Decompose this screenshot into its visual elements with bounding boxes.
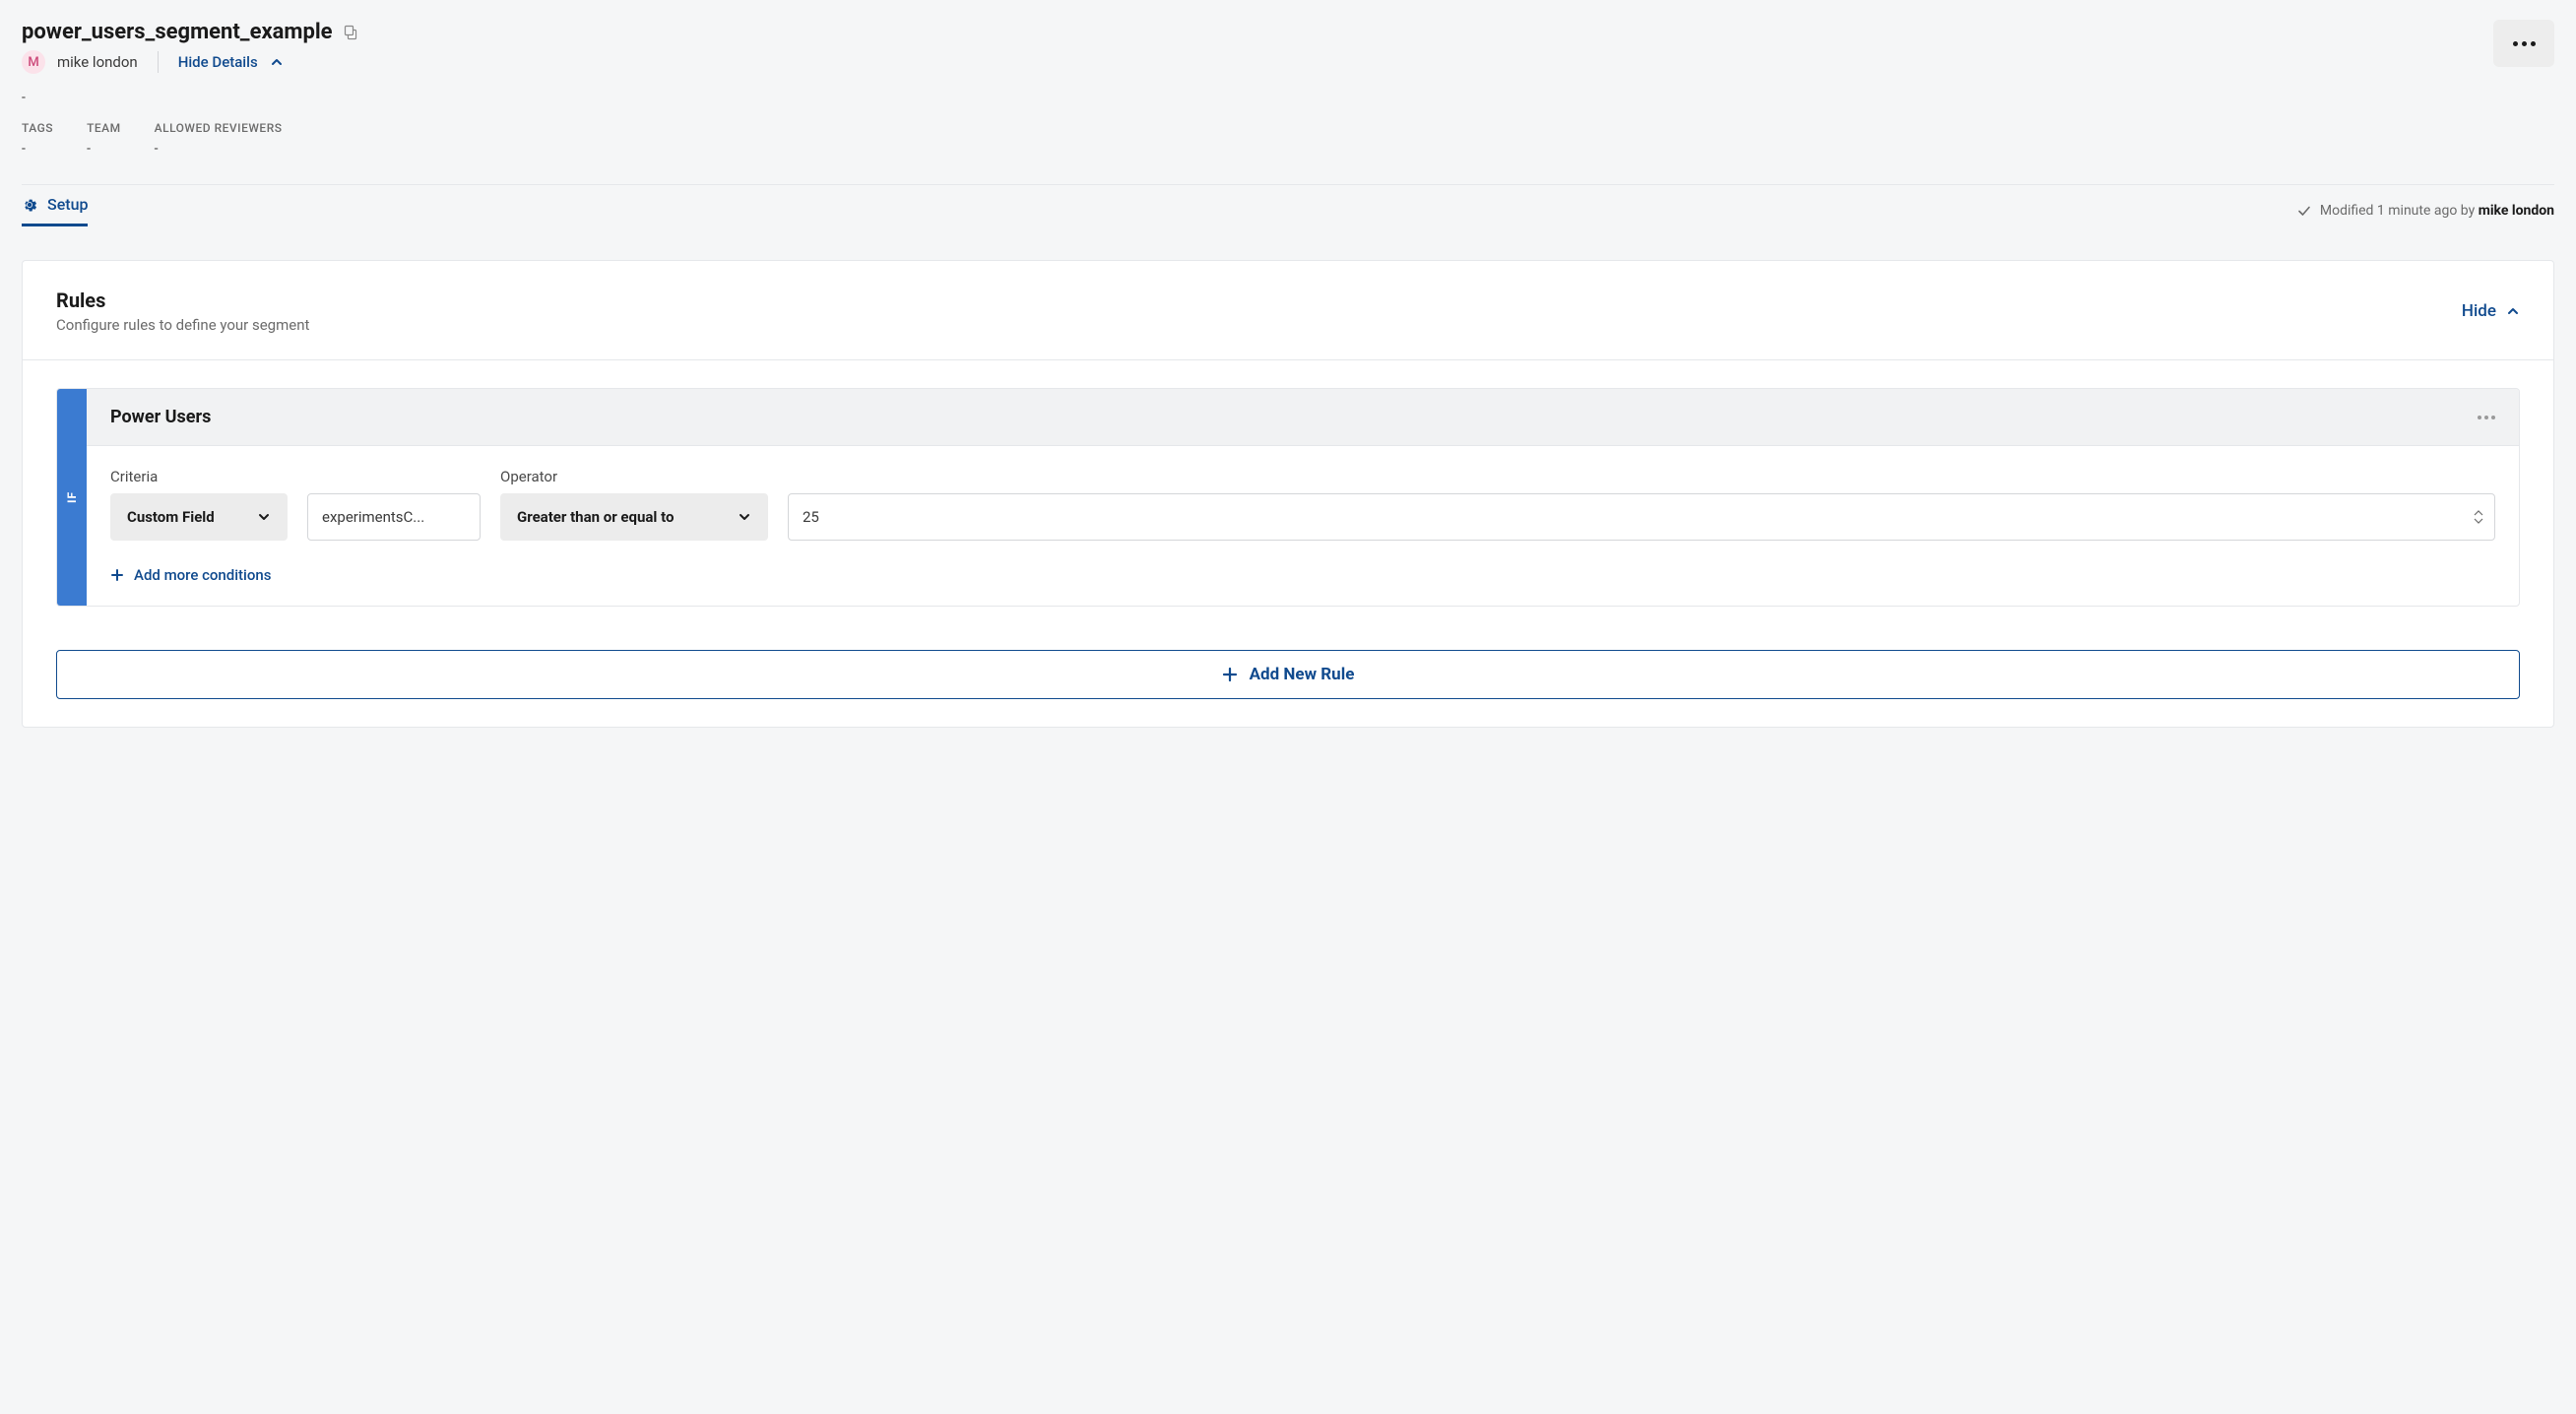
criteria-label: Criteria xyxy=(110,468,288,485)
rules-subtitle: Configure rules to define your segment xyxy=(56,316,309,334)
modified-text: Modified 1 minute ago by xyxy=(2320,203,2479,219)
rule-if-bar: IF xyxy=(57,389,87,606)
plus-icon xyxy=(1222,667,1238,682)
author-name: mike london xyxy=(57,53,138,71)
hide-details-button[interactable]: Hide Details xyxy=(178,53,284,71)
add-conditions-label: Add more conditions xyxy=(134,566,271,584)
chevron-down-icon xyxy=(738,510,751,524)
divider xyxy=(158,51,159,73)
add-conditions-button[interactable]: Add more conditions xyxy=(110,566,2495,584)
number-stepper[interactable] xyxy=(2474,510,2483,524)
tab-setup[interactable]: Setup xyxy=(22,195,88,226)
hide-rules-button[interactable]: Hide xyxy=(2462,301,2520,321)
plus-icon xyxy=(110,568,124,582)
divider xyxy=(22,184,2554,185)
operator-label: Operator xyxy=(500,468,768,485)
modified-info: Modified 1 minute ago by mike london xyxy=(2296,203,2554,219)
reviewers-label: ALLOWED REVIEWERS xyxy=(155,121,283,135)
dash-value: - xyxy=(22,90,2493,105)
check-icon xyxy=(2296,203,2312,219)
add-new-rule-label: Add New Rule xyxy=(1250,665,1355,684)
chevron-up-icon xyxy=(270,55,284,69)
team-value: - xyxy=(87,141,121,157)
avatar: M xyxy=(22,50,45,74)
page-title: power_users_segment_example xyxy=(22,20,333,44)
value-input[interactable] xyxy=(788,493,2495,541)
hide-details-label: Hide Details xyxy=(178,53,258,71)
operator-select[interactable]: Greater than or equal to xyxy=(500,493,768,541)
chevron-down-icon xyxy=(257,510,271,524)
copy-icon[interactable] xyxy=(343,25,358,40)
reviewers-value: - xyxy=(155,141,283,157)
criteria-select[interactable]: Custom Field xyxy=(110,493,288,541)
rule-if-label: IF xyxy=(65,491,79,503)
more-icon xyxy=(2513,41,2536,46)
gear-icon xyxy=(22,197,37,213)
rule-name: Power Users xyxy=(110,407,211,427)
rules-panel: Rules Configure rules to define your seg… xyxy=(22,260,2554,728)
operator-select-value: Greater than or equal to xyxy=(517,508,674,526)
team-label: TEAM xyxy=(87,121,121,135)
rule-card: IF Power Users Criteria xyxy=(56,388,2520,607)
rule-more-button[interactable] xyxy=(2478,416,2495,419)
criteria-select-value: Custom Field xyxy=(127,508,215,526)
tags-label: TAGS xyxy=(22,121,53,135)
more-options-button[interactable] xyxy=(2493,20,2554,67)
rules-title: Rules xyxy=(56,289,309,312)
add-new-rule-button[interactable]: Add New Rule xyxy=(56,650,2520,699)
tab-setup-label: Setup xyxy=(47,195,88,214)
chevron-up-icon xyxy=(2506,304,2520,318)
modified-user: mike london xyxy=(2479,203,2554,219)
custom-field-input[interactable]: experimentsC... xyxy=(307,493,481,541)
tags-value: - xyxy=(22,141,53,157)
hide-label: Hide xyxy=(2462,301,2496,321)
